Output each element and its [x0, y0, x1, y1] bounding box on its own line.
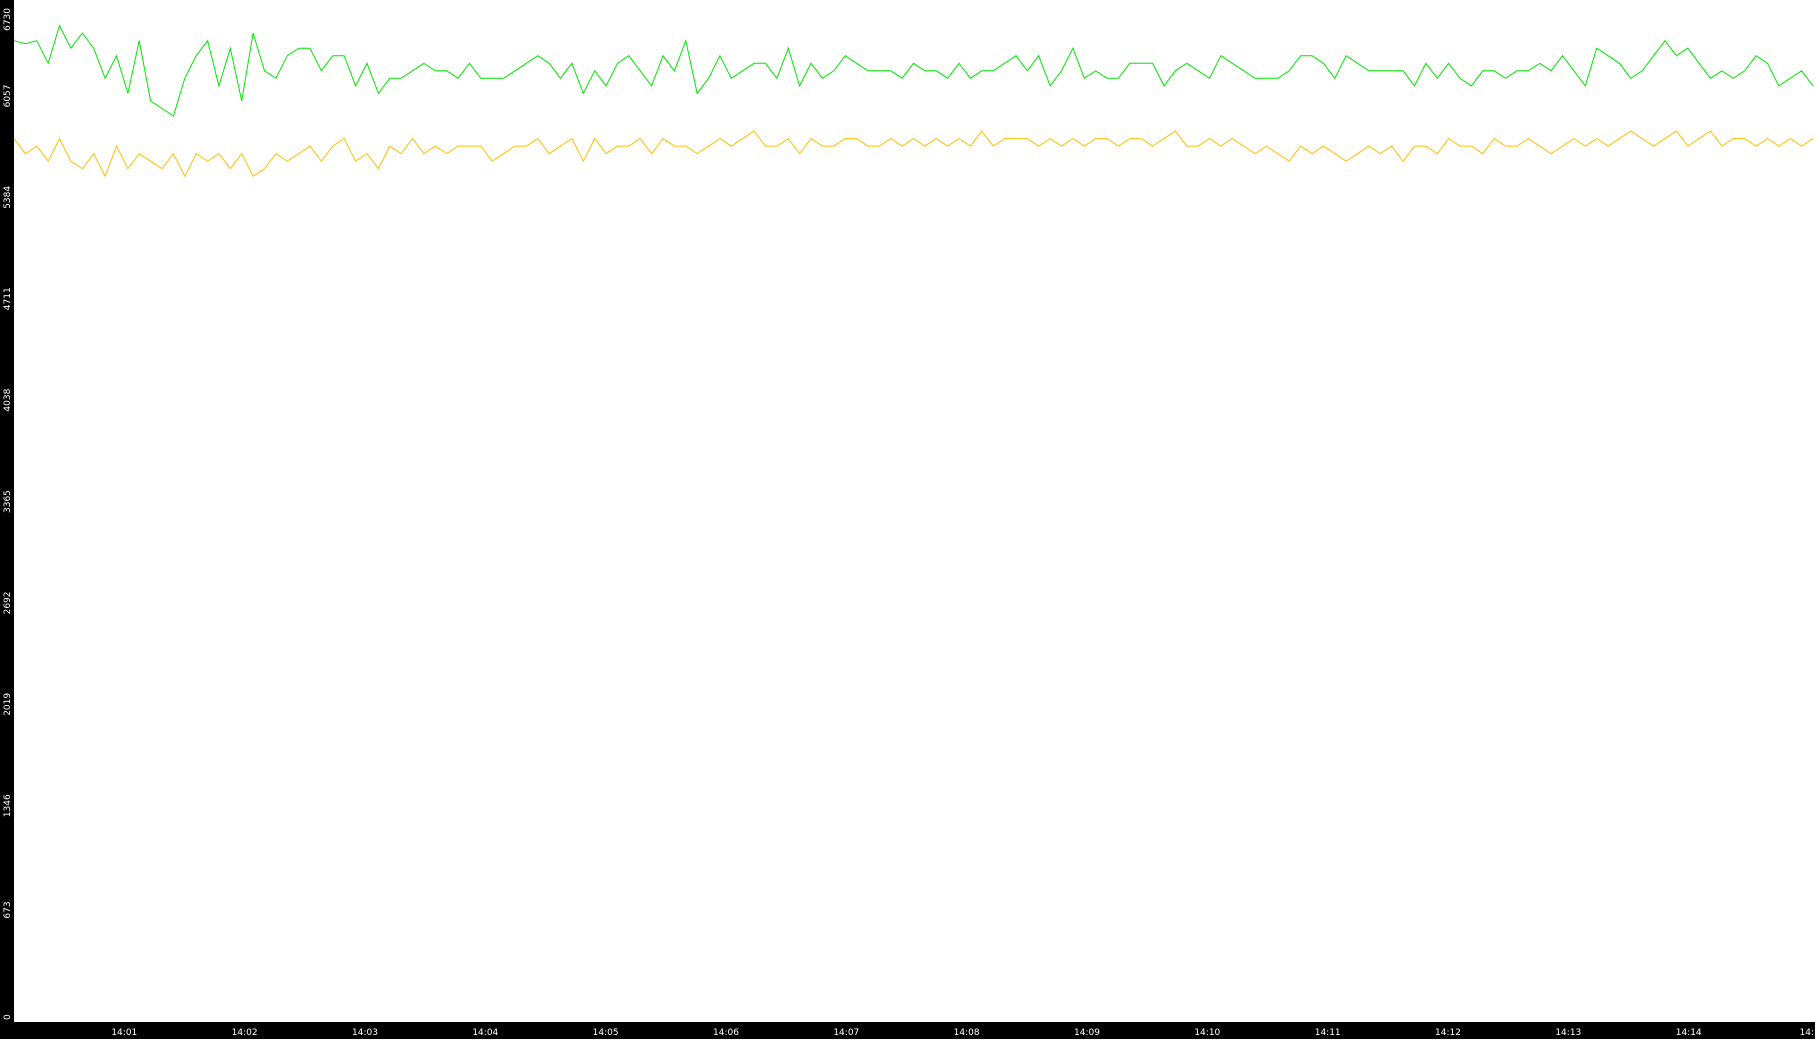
y-tick-label: 3365	[3, 490, 13, 513]
x-tick-label: 14:10	[1194, 1028, 1220, 1038]
y-tick-label: 0	[3, 1014, 13, 1020]
x-tick-label: 14:13	[1555, 1028, 1581, 1038]
y-tick-label: 4711	[3, 287, 13, 310]
x-tick-label: 14:02	[232, 1028, 258, 1038]
x-tick-label: 14:03	[352, 1028, 378, 1038]
y-axis-band	[0, 0, 14, 1039]
y-tick-label: 4038	[3, 388, 13, 411]
x-tick-label: 14:08	[954, 1028, 980, 1038]
x-tick-label: 14:05	[593, 1028, 619, 1038]
y-tick-label: 1346	[3, 794, 13, 817]
y-tick-label: 6730	[3, 8, 13, 31]
y-tick-label: 673	[3, 901, 13, 918]
chart-background	[0, 0, 1815, 1039]
x-tick-label: 14:04	[472, 1028, 498, 1038]
line-chart: 0 673 1346 2019 2692 3365 4038 4711 5384 6057 6730…	[0, 0, 1815, 1039]
y-tick-label: 2019	[3, 693, 13, 716]
y-tick-label: 2692	[3, 591, 13, 614]
y-tick-label: 5384	[3, 186, 13, 209]
y-tick-label: 6057	[3, 84, 13, 107]
x-tick-label: 14:	[1800, 1028, 1814, 1038]
x-tick-label: 14:09	[1074, 1028, 1100, 1038]
x-tick-label: 14:06	[713, 1028, 739, 1038]
x-tick-label: 14:01	[111, 1028, 137, 1038]
x-axis-ticks: 14:01 14:02 14:03 14:04 14:05 14:06 14:07 14:08…	[111, 1028, 1814, 1038]
x-axis-band	[0, 1022, 1815, 1039]
x-tick-label: 14:14	[1676, 1028, 1702, 1038]
x-tick-label: 14:11	[1315, 1028, 1341, 1038]
chart-svg: 0 673 1346 2019 2692 3365 4038 4711 5384 6057 6730…	[0, 0, 1815, 1039]
x-tick-label: 14:07	[833, 1028, 859, 1038]
x-tick-label: 14:12	[1435, 1028, 1461, 1038]
